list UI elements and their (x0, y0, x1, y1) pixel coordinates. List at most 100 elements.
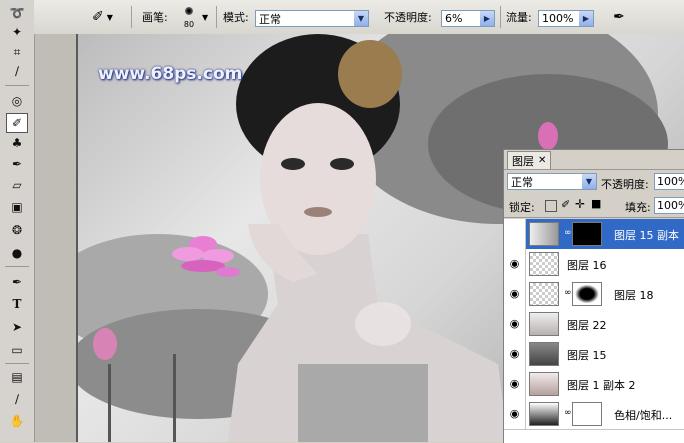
rectangle-tool-icon[interactable]: ▭ (7, 341, 27, 359)
chevron-right-icon[interactable]: ▶ (579, 11, 593, 26)
eyedropper-tool-icon[interactable]: ∕ (7, 390, 27, 408)
tools-divider (5, 266, 29, 267)
canvas-backdrop (35, 34, 78, 442)
opacity-input[interactable]: 6% ▶ (441, 10, 495, 27)
layer-name: 图层 1 副本 2 (567, 379, 636, 392)
blend-mode-value: 正常 (511, 175, 533, 189)
opacity-value: 6% (445, 12, 463, 25)
brush-tool-icon[interactable]: ✐ (6, 113, 28, 133)
tools-divider (5, 85, 29, 86)
healing-brush-tool-icon[interactable]: ◎ (7, 92, 27, 110)
layer-row[interactable]: ◉ 图层 15 (504, 339, 684, 370)
tab-layers-label: 图层 (512, 154, 534, 168)
eye-icon[interactable]: ◉ (507, 347, 522, 360)
layer-list: ◉ ∞ 图层 15 副本 ◉ 图层 16 ◉ ∞ 图层 18 ◉ 图层 22 ◉… (504, 219, 684, 443)
hand-tool-icon[interactable]: ✋ (7, 412, 27, 430)
layer-thumbnail (529, 312, 559, 336)
eye-icon[interactable]: ◉ (507, 407, 522, 420)
close-icon[interactable]: ✕ (538, 155, 546, 166)
visibility-cell[interactable]: ◉ (504, 369, 526, 399)
link-icon: ∞ (564, 228, 572, 238)
fill-input[interactable]: 100% (654, 197, 684, 214)
link-icon: ∞ (564, 288, 572, 298)
layer-opacity-input[interactable]: 100% (654, 173, 684, 190)
visibility-cell[interactable]: ◉ (504, 339, 526, 369)
history-brush-tool-icon[interactable]: ✒ (7, 155, 27, 173)
watermark-text: www.68ps.com (98, 64, 243, 84)
eye-icon[interactable]: ◉ (507, 377, 522, 390)
blend-row: 正常 ▼ 不透明度: 100% (504, 169, 684, 195)
blur-tool-icon[interactable]: ❂ (7, 221, 27, 239)
blend-mode-select[interactable]: 正常 ▼ (507, 173, 597, 190)
mode-select[interactable]: 正常 ▼ (255, 10, 369, 27)
opacity-label: 不透明度: (384, 11, 432, 24)
layer-thumbnail (529, 342, 559, 366)
lock-image-icon[interactable]: ✐ (561, 198, 570, 211)
lock-label: 锁定: (509, 201, 535, 214)
brush-size-value: 80 (183, 20, 195, 29)
layer-row[interactable]: ◉ ∞ 图层 18 (504, 279, 684, 310)
adjustment-icon (529, 402, 559, 426)
mode-value: 正常 (259, 12, 281, 26)
layer-name: 图层 18 (614, 289, 654, 302)
layer-row[interactable]: ◉ 图层 22 (504, 309, 684, 340)
lock-all-icon[interactable]: ■ (591, 197, 601, 210)
layer-name: 色相/饱和... (614, 409, 673, 422)
visibility-cell[interactable]: ◉ (504, 309, 526, 339)
mode-label: 模式: (223, 11, 249, 24)
crop-tool-icon[interactable]: ⌗ (7, 43, 27, 61)
lock-position-icon[interactable]: ✛ (575, 197, 585, 211)
airbrush-icon[interactable]: ✒ (608, 0, 630, 34)
brush-size-chevron-icon[interactable]: ▼ (202, 0, 208, 34)
eye-icon[interactable]: ◉ (507, 317, 522, 330)
fill-label: 填充: (625, 201, 651, 214)
visibility-cell[interactable]: ◉ (504, 219, 526, 249)
brush-preset-picker[interactable]: ✐ ▼ (92, 0, 113, 34)
lock-transparent-icon[interactable] (545, 200, 557, 212)
layers-panel: 图层 ✕ 正常 ▼ 不透明度: 100% 锁定: ✐ ✛ ■ 填充: 100% … (503, 149, 684, 443)
flow-input[interactable]: 100% ▶ (538, 10, 594, 27)
flow-label: 流量: (506, 11, 532, 24)
tab-layers[interactable]: 图层 ✕ (507, 151, 552, 169)
layer-row[interactable]: ◉ 图层 16 (504, 249, 684, 280)
lotus-stem (173, 354, 176, 442)
layer-row[interactable]: ◉ 图层 1 副本 2 (504, 369, 684, 400)
pen-tool-icon[interactable]: ✒ (7, 273, 27, 291)
visibility-cell[interactable]: ◉ (504, 399, 526, 429)
chevron-down-icon: ▼ (106, 12, 113, 22)
eyedropper-slice-tool-icon[interactable]: ∕ (7, 62, 27, 80)
right-eye (330, 158, 354, 170)
layer-name: 图层 22 (567, 319, 607, 332)
gradient-tool-icon[interactable]: ▣ (7, 198, 27, 216)
dodge-tool-icon[interactable]: ● (7, 244, 27, 262)
type-tool-icon[interactable]: T (7, 295, 27, 313)
layers-tabbar: 图层 ✕ (504, 150, 684, 170)
options-divider (216, 6, 217, 28)
magic-wand-tool-icon[interactable]: ✦ (7, 23, 27, 41)
eraser-tool-icon[interactable]: ▱ (7, 176, 27, 194)
notes-tool-icon[interactable]: ▤ (7, 368, 27, 386)
layer-opacity-value: 100% (657, 175, 684, 188)
eye-icon[interactable]: ◉ (507, 257, 522, 270)
visibility-cell[interactable]: ◉ (504, 249, 526, 279)
layer-thumbnail (529, 372, 559, 396)
layer-name: 图层 16 (567, 259, 607, 272)
flow-value: 100% (542, 12, 574, 25)
path-selection-tool-icon[interactable]: ➤ (7, 318, 27, 336)
dress (298, 364, 428, 442)
visibility-cell[interactable]: ◉ (504, 279, 526, 309)
layer-row[interactable]: ◉ ∞ 色相/饱和... (504, 399, 684, 430)
chevron-right-icon[interactable]: ▶ (480, 11, 494, 26)
hair-ornament (338, 40, 402, 108)
lasso-tool-icon[interactable]: ➰ (7, 4, 27, 22)
brush-size-picker[interactable]: 80 (178, 3, 200, 31)
clone-stamp-tool-icon[interactable]: ♣ (7, 134, 27, 152)
mask-thumbnail (572, 402, 602, 426)
layer-row[interactable]: ◉ ∞ 图层 15 副本 (504, 219, 684, 250)
chevron-down-icon: ▼ (354, 11, 368, 26)
layer-thumbnail (529, 222, 559, 246)
eye-icon[interactable]: ◉ (507, 287, 522, 300)
left-eye (281, 158, 305, 170)
fill-value: 100% (657, 199, 684, 212)
eye-icon[interactable]: ◉ (507, 227, 522, 240)
